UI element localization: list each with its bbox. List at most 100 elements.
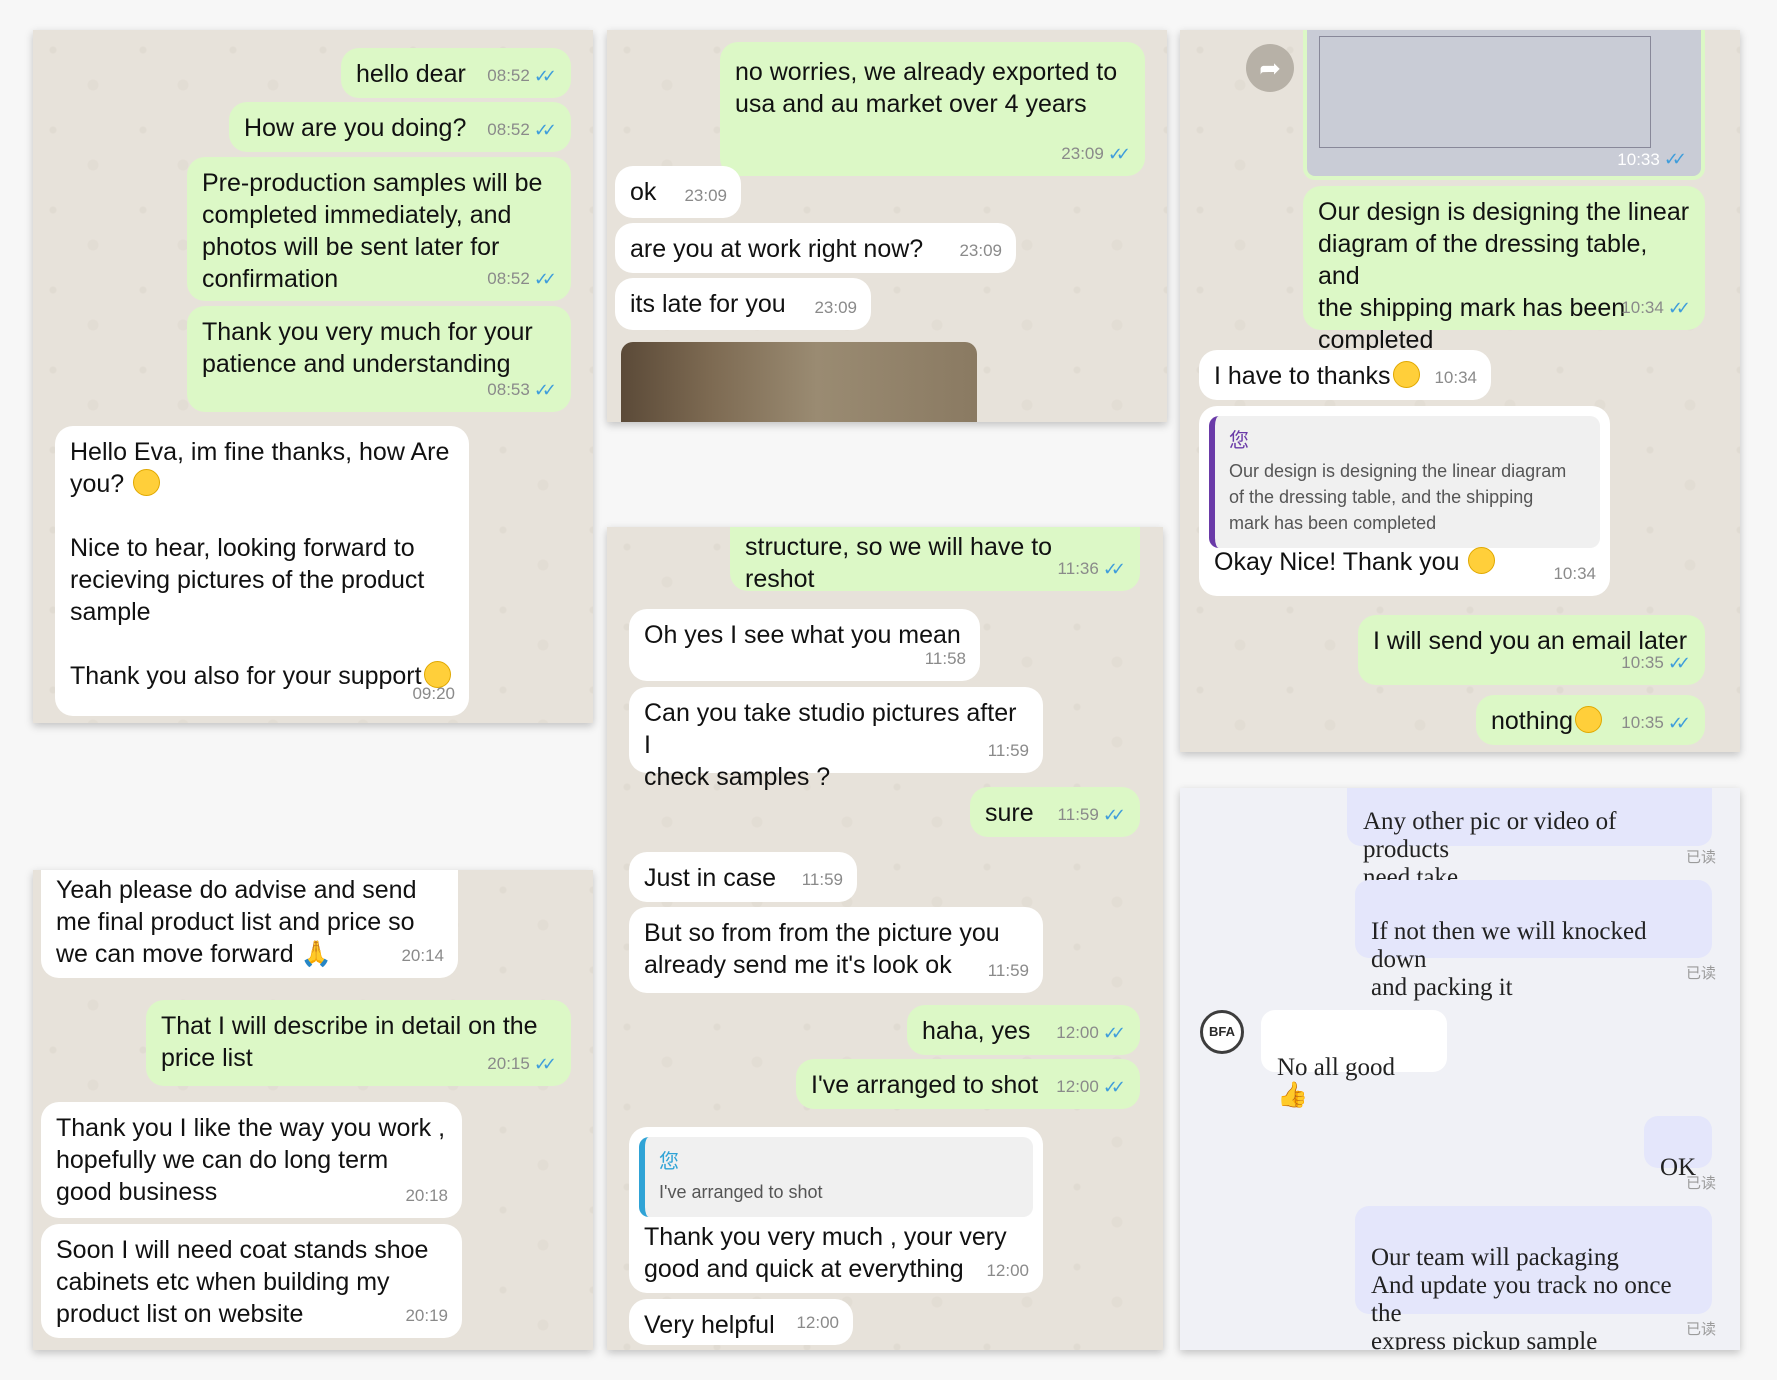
- message-time: 23:09: [814, 298, 857, 317]
- double-check-icon: ✓✓: [1102, 1077, 1126, 1097]
- message-time: 08:52: [487, 120, 530, 139]
- message-text: Thank you I like the way you work , hope…: [56, 1114, 446, 1206]
- quoted-author: 您: [1229, 430, 1249, 452]
- message-bubble[interactable]: That I will describe in detail on the pr…: [146, 1000, 571, 1086]
- chat-panel-6: Any other pic or video of products need …: [1180, 788, 1740, 1350]
- double-check-icon: ✓✓: [1107, 144, 1131, 164]
- smiley-emoji-icon: [1468, 547, 1496, 574]
- forward-arrow-icon[interactable]: ➦: [1246, 44, 1294, 92]
- message-bubble[interactable]: If not then we will knocked down and pac…: [1355, 880, 1712, 1001]
- photo-message[interactable]: [621, 342, 977, 422]
- message-bubble[interactable]: no worries, we already exported to usa a…: [720, 42, 1145, 176]
- message-time: 09:20: [412, 684, 455, 703]
- message-time: 20:15: [487, 1054, 530, 1073]
- message-bubble[interactable]: No all good 👍: [1261, 1010, 1447, 1109]
- message-time: 10:33: [1617, 149, 1660, 169]
- message-text: Thank you very much , your very good and…: [644, 1223, 1007, 1283]
- message-text: Nice to hear, looking forward to recievi…: [70, 534, 425, 626]
- message-bubble[interactable]: Oh yes I see what you mean 11:58: [629, 609, 980, 681]
- message-bubble[interactable]: I have to thanks 10:34: [1199, 350, 1491, 400]
- message-time: 08:52: [487, 269, 530, 288]
- message-bubble[interactable]: Soon I will need coat stands shoe cabine…: [41, 1224, 462, 1338]
- double-check-icon: ✓✓: [1663, 149, 1687, 169]
- message-bubble[interactable]: its late for you 23:09: [615, 278, 871, 330]
- message-text: No all good: [1277, 1054, 1396, 1081]
- double-check-icon: ✓✓: [1102, 805, 1126, 825]
- smiley-emoji-icon: [133, 469, 161, 496]
- message-time: 20:19: [405, 1306, 448, 1325]
- message-bubble[interactable]: I've arranged to shot 12:00 ✓✓: [796, 1059, 1140, 1109]
- avatar-label: BFA: [1209, 1024, 1235, 1039]
- message-bubble[interactable]: How are you doing? 08:52 ✓✓: [229, 102, 571, 152]
- message-bubble[interactable]: are you at work right now? 23:09: [615, 223, 1016, 273]
- message-bubble[interactable]: I will send you an email later 10:35 ✓✓: [1358, 615, 1705, 685]
- chat-panel-2: no worries, we already exported to usa a…: [607, 30, 1167, 422]
- message-bubble[interactable]: haha, yes 12:00 ✓✓: [907, 1005, 1140, 1055]
- quoted-author: 您: [659, 1151, 679, 1173]
- message-bubble[interactable]: OK: [1644, 1116, 1712, 1181]
- message-text: Oh yes I see what you mean: [644, 621, 961, 649]
- message-text: Our design is designing the linear diagr…: [1318, 198, 1690, 354]
- avatar[interactable]: BFA: [1200, 1010, 1244, 1054]
- message-bubble[interactable]: sure 11:59 ✓✓: [970, 787, 1140, 837]
- message-bubble[interactable]: hello dear 08:52 ✓✓: [341, 48, 571, 98]
- message-bubble[interactable]: But so from from the picture you already…: [629, 907, 1043, 993]
- message-bubble[interactable]: Hello Eva, im fine thanks, how Are you? …: [55, 426, 469, 716]
- message-bubble[interactable]: Pre-production samples will be completed…: [187, 157, 571, 301]
- message-bubble[interactable]: Our team will packaging And update you t…: [1355, 1206, 1712, 1350]
- message-bubble[interactable]: Our design is designing the linear diagr…: [1303, 186, 1705, 354]
- double-check-icon: ✓✓: [533, 120, 557, 140]
- message-bubble[interactable]: 您 Our design is designing the linear diag…: [1199, 406, 1610, 596]
- message-bubble[interactable]: Very helpful 12:00: [629, 1299, 853, 1345]
- message-time: 08:52: [487, 66, 530, 85]
- smiley-emoji-icon: [1392, 361, 1420, 388]
- message-bubble[interactable]: structure, so we will have to reshot 11:…: [730, 527, 1140, 593]
- message-time: 23:09: [1061, 144, 1104, 163]
- read-receipt: 已读: [1685, 849, 1716, 866]
- double-check-icon: ✓✓: [1667, 713, 1691, 733]
- message-text: Thank you very much for your patience an…: [202, 318, 533, 378]
- message-bubble[interactable]: Thank you very much for your patience an…: [187, 306, 571, 412]
- chat-panel-4: Yeah please do advise and send me final …: [33, 870, 593, 1350]
- message-bubble[interactable]: Yeah please do advise and send me final …: [41, 870, 458, 978]
- message-text: Our team will packaging And update you t…: [1371, 1244, 1672, 1350]
- read-receipt: 已读: [1685, 1175, 1716, 1192]
- message-time: 11:59: [801, 870, 843, 889]
- message-time: 23:09: [959, 241, 1002, 260]
- grin-emoji-icon: [1575, 706, 1603, 733]
- double-check-icon: ✓✓: [533, 269, 557, 289]
- message-time: 10:35: [1621, 653, 1664, 672]
- double-check-icon: ✓✓: [533, 380, 557, 400]
- message-bubble[interactable]: Just in case 11:59: [629, 852, 857, 902]
- chat-panel-5: structure, so we will have to reshot 11:…: [607, 527, 1163, 1350]
- quoted-text: I've arranged to shot: [659, 1182, 823, 1202]
- message-time: 11:59: [987, 741, 1029, 760]
- quoted-message[interactable]: 您 Our design is designing the linear diag…: [1209, 416, 1600, 548]
- message-time: 10:35: [1621, 713, 1664, 732]
- message-text: no worries, we already exported to usa a…: [735, 58, 1118, 118]
- message-bubble[interactable]: nothing 10:35 ✓✓: [1476, 695, 1705, 745]
- message-bubble[interactable]: ok 23:09: [615, 166, 741, 218]
- message-text: Thank you also for your support: [70, 662, 422, 690]
- chat-panel-3: ➦ 10:33 ✓✓ Our design is designing the li…: [1180, 30, 1740, 752]
- photo-message[interactable]: 10:33 ✓✓: [1303, 30, 1705, 180]
- read-receipt: 已读: [1685, 965, 1716, 982]
- thumbs-up-icon: 👍: [1277, 1082, 1309, 1109]
- message-time: 08:53: [487, 380, 530, 399]
- message-bubble[interactable]: 您 I've arranged to shot Thank you very mu…: [629, 1127, 1043, 1293]
- shipping-mark-diagram: [1319, 36, 1651, 148]
- message-text: are you at work right now?: [630, 235, 924, 263]
- message-text: nothing: [1491, 707, 1574, 735]
- message-text: Yeah please do advise and send me final …: [56, 876, 417, 968]
- message-bubble[interactable]: Any other pic or video of products need …: [1347, 788, 1712, 891]
- message-time: 11:59: [1057, 805, 1099, 824]
- message-text: But so from from the picture you already…: [644, 919, 1000, 979]
- quoted-message[interactable]: 您 I've arranged to shot: [639, 1137, 1033, 1217]
- message-time: 12:00: [796, 1313, 839, 1332]
- message-text: Soon I will need coat stands shoe cabine…: [56, 1236, 429, 1328]
- message-text: I have to thanks: [1214, 362, 1391, 390]
- message-bubble[interactable]: Thank you I like the way you work , hope…: [41, 1102, 462, 1218]
- message-bubble[interactable]: Can you take studio pictures after I che…: [629, 687, 1043, 791]
- message-text: Any other pic or video of products need …: [1363, 808, 1617, 891]
- message-time: 11:59: [987, 961, 1029, 980]
